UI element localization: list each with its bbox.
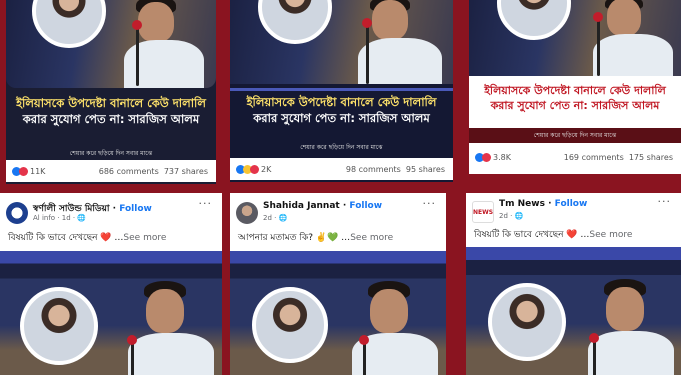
post-meta: 2d · 🌐 (263, 214, 288, 222)
see-more-link[interactable]: See more (589, 230, 632, 240)
follow-button[interactable]: Follow (119, 204, 152, 214)
more-options-icon[interactable]: ··· (199, 197, 213, 210)
follow-button[interactable]: Follow (349, 201, 382, 211)
comments-count[interactable]: 98 comments (346, 165, 401, 174)
post-footer-2: 2K 98 comments 95 shares (230, 158, 453, 180)
inset-portrait (488, 283, 566, 361)
comments-count[interactable]: 169 comments (564, 153, 624, 162)
comments-count[interactable]: 686 comments (99, 167, 159, 176)
microphone (131, 341, 134, 375)
headline: ইলিয়াসকে উপদেষ্টা বানালে কেউ দালালি করা… (6, 88, 216, 146)
microphone (136, 26, 139, 86)
post-footer-1: 11K 686 comments 737 shares (6, 160, 216, 182)
post-caption: আপনার মতামত কি? ✌️💚 …See more (238, 233, 394, 243)
engagement-stats[interactable]: 686 comments 737 shares (99, 167, 208, 176)
post-image[interactable] (469, 0, 681, 76)
globe-icon: 🌐 (278, 214, 288, 222)
post-card-4[interactable]: স্বর্ণালী সাউন্ড মিডিয়া · Follow Al inf… (0, 193, 222, 375)
page-name[interactable]: Shahida Jannat · Follow (263, 201, 382, 211)
post-meta: 2d · 🌐 (499, 212, 524, 220)
reactions[interactable]: 11K (12, 167, 45, 176)
love-icon (19, 167, 28, 176)
engagement-stats[interactable]: 98 comments 95 shares (346, 165, 445, 174)
microphone (593, 339, 596, 375)
shares-count[interactable]: 95 shares (406, 165, 445, 174)
more-options-icon[interactable]: ··· (658, 195, 672, 208)
speaker-photo (342, 279, 446, 375)
page-avatar[interactable] (6, 202, 28, 224)
post-image[interactable] (230, 251, 446, 375)
tagline: শেয়ার করে ছড়িয়ে দিন সবার মাঝে (230, 140, 453, 155)
microphone (363, 341, 366, 375)
tagline: শেয়ার করে ছড়িয়ে দিন সবার মাঝে (469, 128, 681, 143)
shares-count[interactable]: 175 shares (629, 153, 673, 162)
page-logo[interactable]: NEWS (472, 201, 494, 223)
inset-portrait (252, 287, 328, 363)
post-caption: বিষয়টি কি ভাবে দেখছেন ❤️ …See more (474, 230, 633, 240)
reaction-count: 3.8K (493, 153, 511, 162)
microphone (597, 18, 600, 76)
love-icon (250, 165, 259, 174)
shares-count[interactable]: 737 shares (164, 167, 208, 176)
globe-icon: 🌐 (514, 212, 524, 220)
post-image[interactable] (466, 247, 681, 375)
globe-icon: 🌐 (77, 214, 87, 222)
microphone (366, 24, 369, 84)
more-options-icon[interactable]: ··· (423, 197, 437, 210)
post-card-5[interactable]: Shahida Jannat · Follow 2d · 🌐 ··· আপনার… (230, 193, 446, 375)
post-card-6[interactable]: NEWS Tm News · Follow 2d · 🌐 ··· বিষয়টি… (466, 193, 681, 375)
follow-button[interactable]: Follow (555, 199, 588, 209)
post-caption: বিষয়টি কি ভাবে দেখছেন ❤️ …See more (8, 233, 167, 243)
post-image[interactable] (6, 0, 216, 88)
post-card-1[interactable]: ইলিয়াসকে উপদেষ্টা বানালে কেউ দালালি করা… (6, 0, 216, 184)
see-more-link[interactable]: See more (123, 233, 166, 243)
speaker-photo (348, 0, 453, 84)
engagement-stats[interactable]: 169 comments 175 shares (564, 153, 673, 162)
post-meta: Al info · 1d · 🌐 (33, 214, 87, 222)
post-card-3[interactable]: ইলিয়াসকে উপদেষ্টা বানালে কেউ দালালি করা… (469, 0, 681, 174)
headline: ইলিয়াসকে উপদেষ্টা বানালে কেউ দালালি করা… (469, 80, 681, 128)
post-card-2[interactable]: ইলিয়াসকে উপদেষ্টা বানালে কেউ দালালি করা… (230, 0, 453, 182)
reactions[interactable]: 3.8K (475, 153, 511, 162)
tagline: শেয়ার করে ছড়িয়ে দিন সবার মাঝে (6, 146, 216, 161)
page-name[interactable]: Tm News · Follow (499, 199, 587, 209)
speaker-photo (116, 0, 216, 88)
see-more-link[interactable]: See more (350, 233, 393, 243)
reaction-count: 11K (30, 167, 46, 176)
profile-avatar[interactable] (236, 202, 258, 224)
reaction-count: 2K (261, 165, 272, 174)
headline: ইলিয়াসকে উপদেষ্টা বানালে কেউ দালালি করা… (230, 88, 453, 138)
post-image[interactable] (0, 251, 222, 375)
inset-portrait (20, 287, 98, 365)
post-image[interactable] (230, 0, 453, 84)
love-icon (482, 153, 491, 162)
reactions[interactable]: 2K (236, 165, 271, 174)
